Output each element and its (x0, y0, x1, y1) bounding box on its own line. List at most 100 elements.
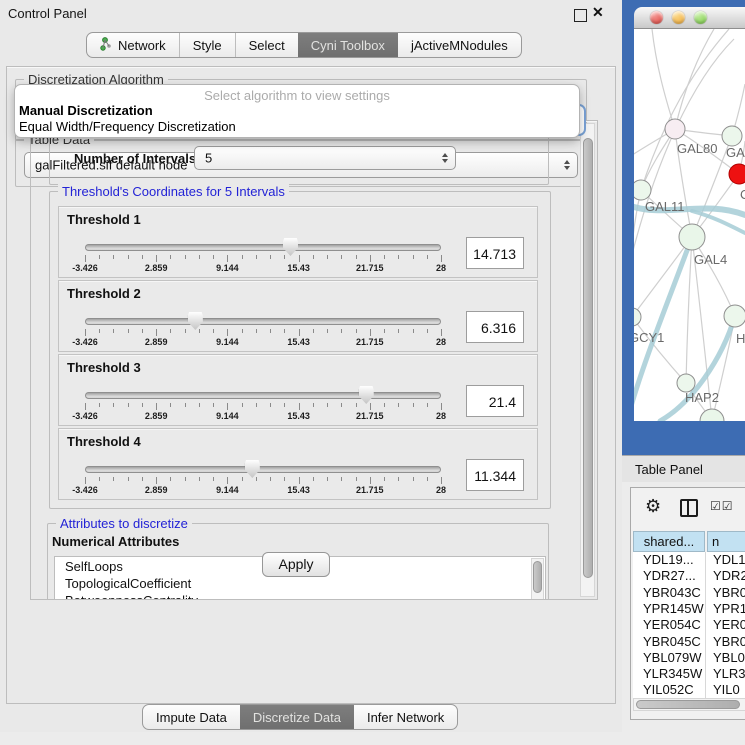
algorithm-option[interactable]: Manual Discretization (19, 103, 153, 118)
table-row-name[interactable]: YIL0 (713, 682, 740, 697)
gear-icon[interactable]: ⚙ (645, 496, 661, 517)
table-row-name[interactable]: YBR0 (713, 585, 745, 600)
table-row-shared-name[interactable]: YLR345W (643, 666, 702, 681)
table-column-shared[interactable]: shared... (633, 531, 705, 552)
threshold-value-field[interactable]: 6.316 (466, 311, 524, 343)
slider-track[interactable] (85, 318, 441, 325)
slider-tick (227, 403, 228, 410)
slider-thumb[interactable] (188, 312, 203, 330)
slider-tick-label: 21.715 (340, 263, 400, 273)
slider-tick (284, 403, 285, 407)
table-row-shared-name[interactable]: YBL079W (643, 650, 702, 665)
network-node-gal80[interactable] (665, 119, 685, 139)
slider-tick-label: 2.859 (126, 337, 186, 347)
threshold-value-field[interactable]: 21.4 (466, 385, 524, 417)
table-row-name[interactable]: YLR3 (713, 666, 745, 681)
attribute-list-scrollbar[interactable] (531, 558, 544, 600)
slider-tick (99, 329, 100, 333)
table-row-shared-name[interactable]: YDL19... (643, 552, 694, 567)
apply-button[interactable]: Apply (262, 552, 330, 577)
tab-infer-network[interactable]: Infer Network (354, 705, 457, 729)
settings-vertical-scrollbar[interactable] (580, 123, 595, 597)
table-row-name[interactable]: YBR0 (713, 634, 745, 649)
tab-impute-data[interactable]: Impute Data (143, 705, 240, 729)
group-attributes-title: Attributes to discretize (56, 516, 192, 531)
slider-tick-label: 9.144 (197, 411, 257, 421)
slider-tick (299, 255, 300, 262)
minimize-traffic-icon[interactable] (672, 11, 685, 24)
slider-tick-label: 28 (411, 485, 471, 495)
slider-tick (370, 255, 371, 262)
table-row-shared-name[interactable]: YBR045C (643, 634, 701, 649)
slider-tick (113, 329, 114, 333)
network-window-titlebar[interactable] (634, 7, 745, 29)
slider-thumb[interactable] (359, 386, 374, 404)
slider-tick (199, 329, 200, 333)
algorithm-placeholder-option[interactable]: Select algorithm to view settings (15, 88, 579, 103)
threshold-value-field[interactable]: 11.344 (466, 459, 524, 491)
slider-tick-label: -3.426 (55, 411, 115, 421)
slider-track[interactable] (85, 244, 441, 251)
tab-cyni-toolbox[interactable]: Cyni Toolbox (298, 33, 398, 57)
table-row-shared-name[interactable]: YIL052C (643, 682, 694, 697)
threshold-row: Threshold 3-3.4262.8599.14415.4321.71528… (58, 354, 538, 426)
network-canvas[interactable]: GAL80GACGAL11GAL4GCY1HHAP2 (634, 29, 745, 421)
slider-tick (341, 477, 342, 481)
network-node-gal11[interactable] (634, 180, 651, 200)
group-thresholds: Threshold's Coordinates for 5 Intervals … (49, 191, 551, 509)
attribute-list-item[interactable]: BetweennessCentrality (65, 593, 198, 600)
attribute-list-item[interactable]: TopologicalCoefficient (65, 576, 191, 591)
threshold-row: Threshold 1-3.4262.8599.14415.4321.71528… (58, 206, 538, 278)
slider-tick (99, 477, 100, 481)
close-icon[interactable]: ✕ (592, 4, 604, 21)
network-node[interactable] (700, 409, 724, 421)
slider-track[interactable] (85, 466, 441, 473)
slider-tick (256, 255, 257, 259)
slider-tick-label: 28 (411, 263, 471, 273)
network-node-ga[interactable] (722, 126, 742, 146)
tab-discretize-data[interactable]: Discretize Data (240, 705, 354, 729)
table-horizontal-scrollbar[interactable] (633, 698, 745, 711)
network-node-h[interactable] (724, 305, 745, 327)
table-row-name[interactable]: YER0 (713, 617, 745, 632)
network-node-gcy1[interactable] (634, 308, 641, 326)
table-row-shared-name[interactable]: YBR043C (643, 585, 701, 600)
threshold-label: Threshold 2 (67, 286, 141, 301)
tab-network[interactable]: Network (87, 33, 179, 57)
split-columns-icon[interactable] (680, 499, 698, 517)
slider-thumb[interactable] (245, 460, 260, 478)
table-row-name[interactable]: YPR1 (713, 601, 745, 616)
table-row-name[interactable]: YBL0 (713, 650, 745, 665)
attribute-list-item[interactable]: SelfLoops (65, 559, 123, 574)
number-of-intervals-combobox[interactable]: 5 (194, 146, 456, 170)
slider-tick (427, 477, 428, 481)
threshold-value-field[interactable]: 14.713 (466, 237, 524, 269)
slider-tick (242, 255, 243, 259)
table-row-shared-name[interactable]: YDR27... (643, 568, 696, 583)
tab-style[interactable]: Style (179, 33, 235, 57)
slider-tick-label: 15.43 (269, 411, 329, 421)
float-window-icon[interactable] (574, 9, 587, 22)
slider-tick (299, 329, 300, 336)
close-traffic-icon[interactable] (650, 11, 663, 24)
tab-jactivemnodules[interactable]: jActiveMNodules (398, 33, 521, 57)
select-columns-icon[interactable]: ☑☑ (710, 499, 734, 513)
slider-tick-label: 15.43 (269, 337, 329, 347)
slider-tick (242, 477, 243, 481)
network-node-label: GA (726, 145, 745, 160)
slider-tick (213, 255, 214, 259)
table-row-name[interactable]: YDL1 (713, 552, 745, 567)
table-row-shared-name[interactable]: YER054C (643, 617, 701, 632)
tab-select[interactable]: Select (235, 33, 298, 57)
table-row-name[interactable]: YDR2 (713, 568, 745, 583)
slider-thumb[interactable] (283, 238, 298, 256)
table-row-shared-name[interactable]: YPR145W (643, 601, 704, 616)
table-column-name[interactable]: n (707, 531, 745, 552)
slider-tick (227, 477, 228, 484)
algorithm-dropdown-popup: Select algorithm to view settings Manual… (14, 84, 580, 138)
zoom-traffic-icon[interactable] (694, 11, 707, 24)
algorithm-option[interactable]: Equal Width/Frequency Discretization (19, 119, 236, 134)
network-node-c[interactable] (729, 164, 745, 184)
slider-track[interactable] (85, 392, 441, 399)
network-node-gal4[interactable] (679, 224, 705, 250)
